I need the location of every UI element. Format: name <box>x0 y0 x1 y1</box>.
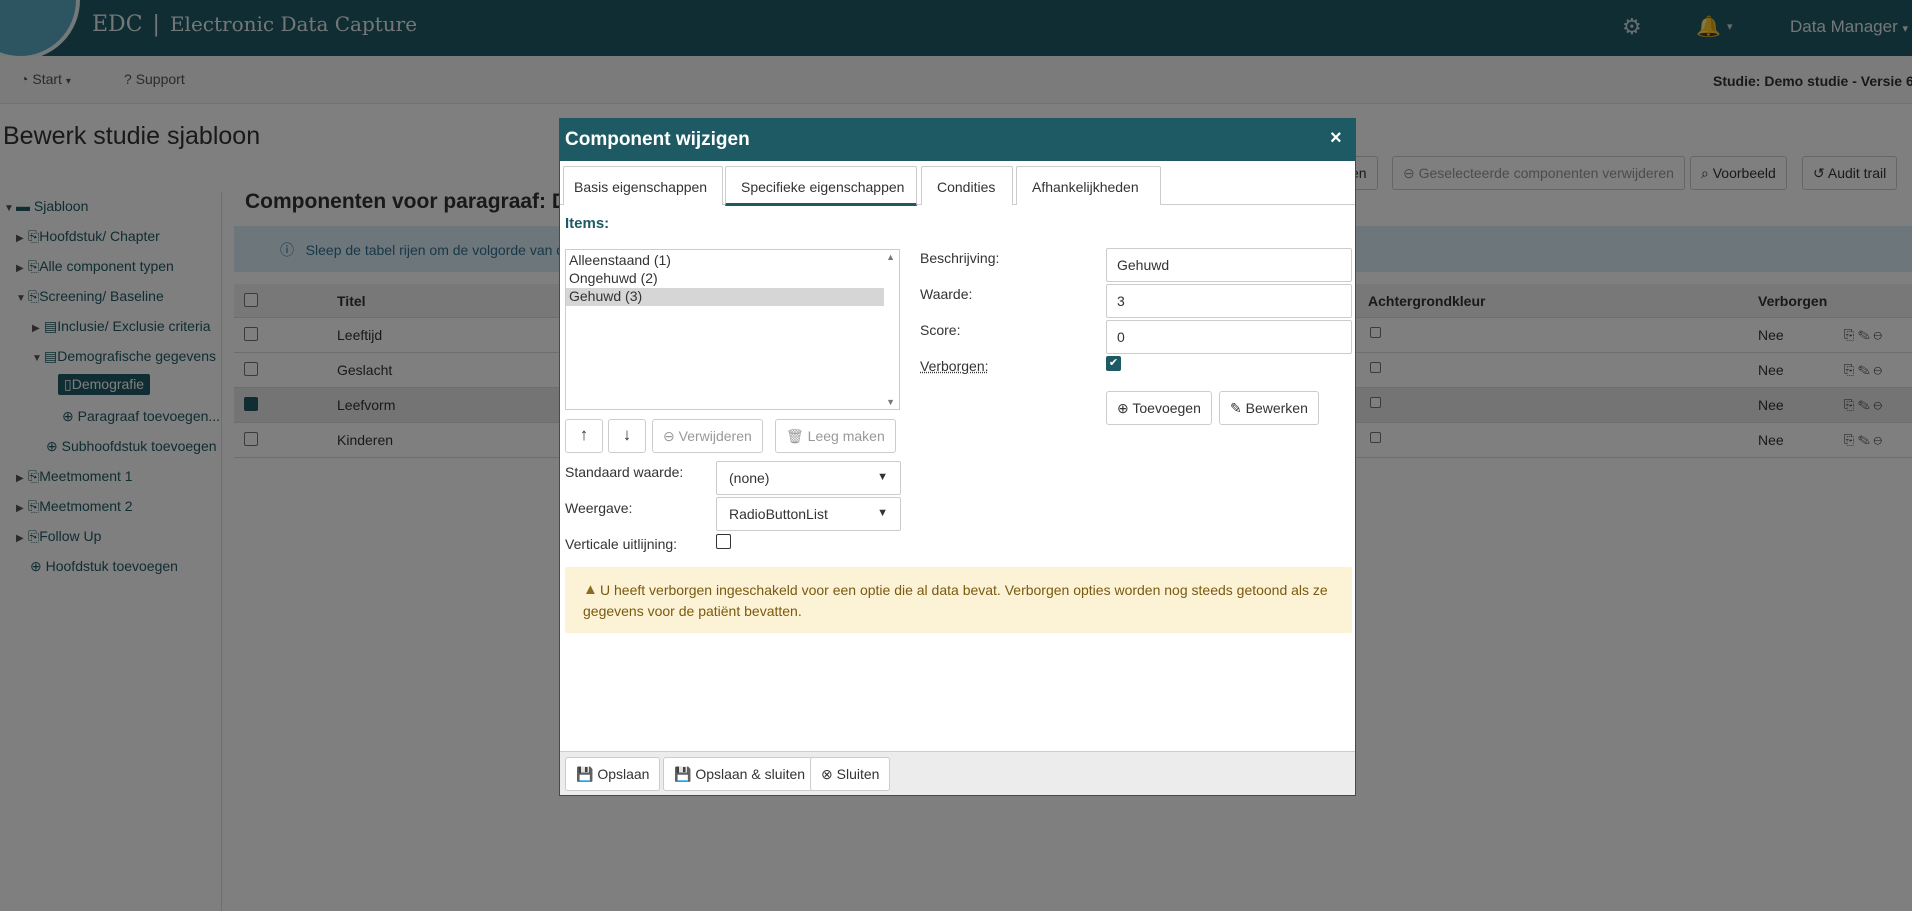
tab-conditions[interactable]: Condities <box>921 166 1013 205</box>
hidden-label: Verborgen: <box>920 358 989 374</box>
value-input[interactable]: 3 <box>1106 284 1352 318</box>
close-button[interactable]: ⊗ Sluiten <box>810 757 891 791</box>
edit-label: Bewerken <box>1245 400 1308 416</box>
edit-item-button[interactable]: ✎ Bewerken <box>1219 391 1319 425</box>
remove-label: Verwijderen <box>678 428 752 444</box>
display-label: Weergave: <box>565 500 633 516</box>
modal-tabs: Basis eigenschappen Specifieke eigenscha… <box>560 161 1355 206</box>
close-circle-icon: ⊗ <box>821 766 833 782</box>
save-icon: 💾 <box>576 766 594 782</box>
modal-footer: 💾 Opslaan 💾 Opslaan & sluiten ⊗ Sluiten <box>560 751 1355 795</box>
hidden-checkbox[interactable]: ✔ <box>1106 356 1121 371</box>
caret-down-icon: ▼ <box>877 507 888 519</box>
check-icon: ✔ <box>1108 357 1119 369</box>
list-item[interactable]: Gehuwd (3) <box>566 288 884 306</box>
save-close-button[interactable]: 💾 Opslaan & sluiten <box>663 757 817 791</box>
vertical-alignment-label: Verticale uitlijning: <box>565 536 678 552</box>
vertical-alignment-checkbox[interactable] <box>716 534 731 549</box>
tab-specific-properties[interactable]: Specifieke eigenschappen <box>725 166 917 206</box>
add-label: Toevoegen <box>1132 400 1201 416</box>
list-item[interactable]: Ongehuwd (2) <box>566 270 884 288</box>
remove-item-button[interactable]: ⊖ Verwijderen <box>652 419 763 453</box>
score-label: Score: <box>920 322 961 338</box>
save-label: Opslaan <box>597 766 650 782</box>
description-input[interactable]: Gehuwd <box>1106 248 1352 282</box>
tab-dependencies[interactable]: Afhankelijkheden <box>1016 166 1161 205</box>
save-close-label: Opslaan & sluiten <box>695 766 806 782</box>
minus-circle-icon: ⊖ <box>663 428 675 444</box>
move-up-button[interactable]: ↑ <box>565 419 603 453</box>
tab-basic-properties[interactable]: Basis eigenschappen <box>563 166 723 205</box>
description-label: Beschrijving: <box>920 250 1000 266</box>
default-value-select[interactable]: (none) ▼ <box>716 461 901 495</box>
move-down-button[interactable]: ↓ <box>608 419 646 453</box>
display-select[interactable]: RadioButtonList ▼ <box>716 497 901 531</box>
modal-title: Component wijzigen <box>565 129 750 150</box>
scroll-down-icon[interactable]: ▼ <box>886 397 895 407</box>
warning-text: U heeft verborgen ingeschakeld voor een … <box>583 582 1328 619</box>
edit-component-modal: Component wijzigen × Basis eigenschappen… <box>559 118 1356 796</box>
clear-items-button[interactable]: 🗑 Leeg maken <box>775 419 896 453</box>
caret-down-icon: ▼ <box>877 471 888 483</box>
items-label: Items: <box>565 215 610 232</box>
close-icon[interactable]: × <box>1330 127 1342 150</box>
plus-circle-icon: ⊕ <box>1117 400 1129 416</box>
clear-label: Leeg maken <box>807 428 885 444</box>
score-input[interactable]: 0 <box>1106 320 1352 354</box>
display-value-text: RadioButtonList <box>729 506 828 522</box>
save-icon: 💾 <box>674 766 692 782</box>
default-value-label: Standaard waarde: <box>565 464 684 480</box>
save-button[interactable]: 💾 Opslaan <box>565 757 661 791</box>
edit-icon: ✎ <box>1230 400 1242 416</box>
close-label: Sluiten <box>836 766 880 782</box>
items-listbox[interactable]: Alleenstaand (1) Ongehuwd (2) Gehuwd (3)… <box>565 249 900 410</box>
trash-icon: 🗑 <box>786 428 804 444</box>
scroll-up-icon[interactable]: ▲ <box>886 252 895 262</box>
list-item[interactable]: Alleenstaand (1) <box>566 252 884 270</box>
value-label: Waarde: <box>920 286 973 302</box>
add-item-button[interactable]: ⊕ Toevoegen <box>1106 391 1212 425</box>
modal-header: Component wijzigen × <box>560 119 1355 161</box>
warning-alert: ▲ U heeft verborgen ingeschakeld voor ee… <box>565 567 1352 633</box>
default-value-text: (none) <box>729 470 770 486</box>
